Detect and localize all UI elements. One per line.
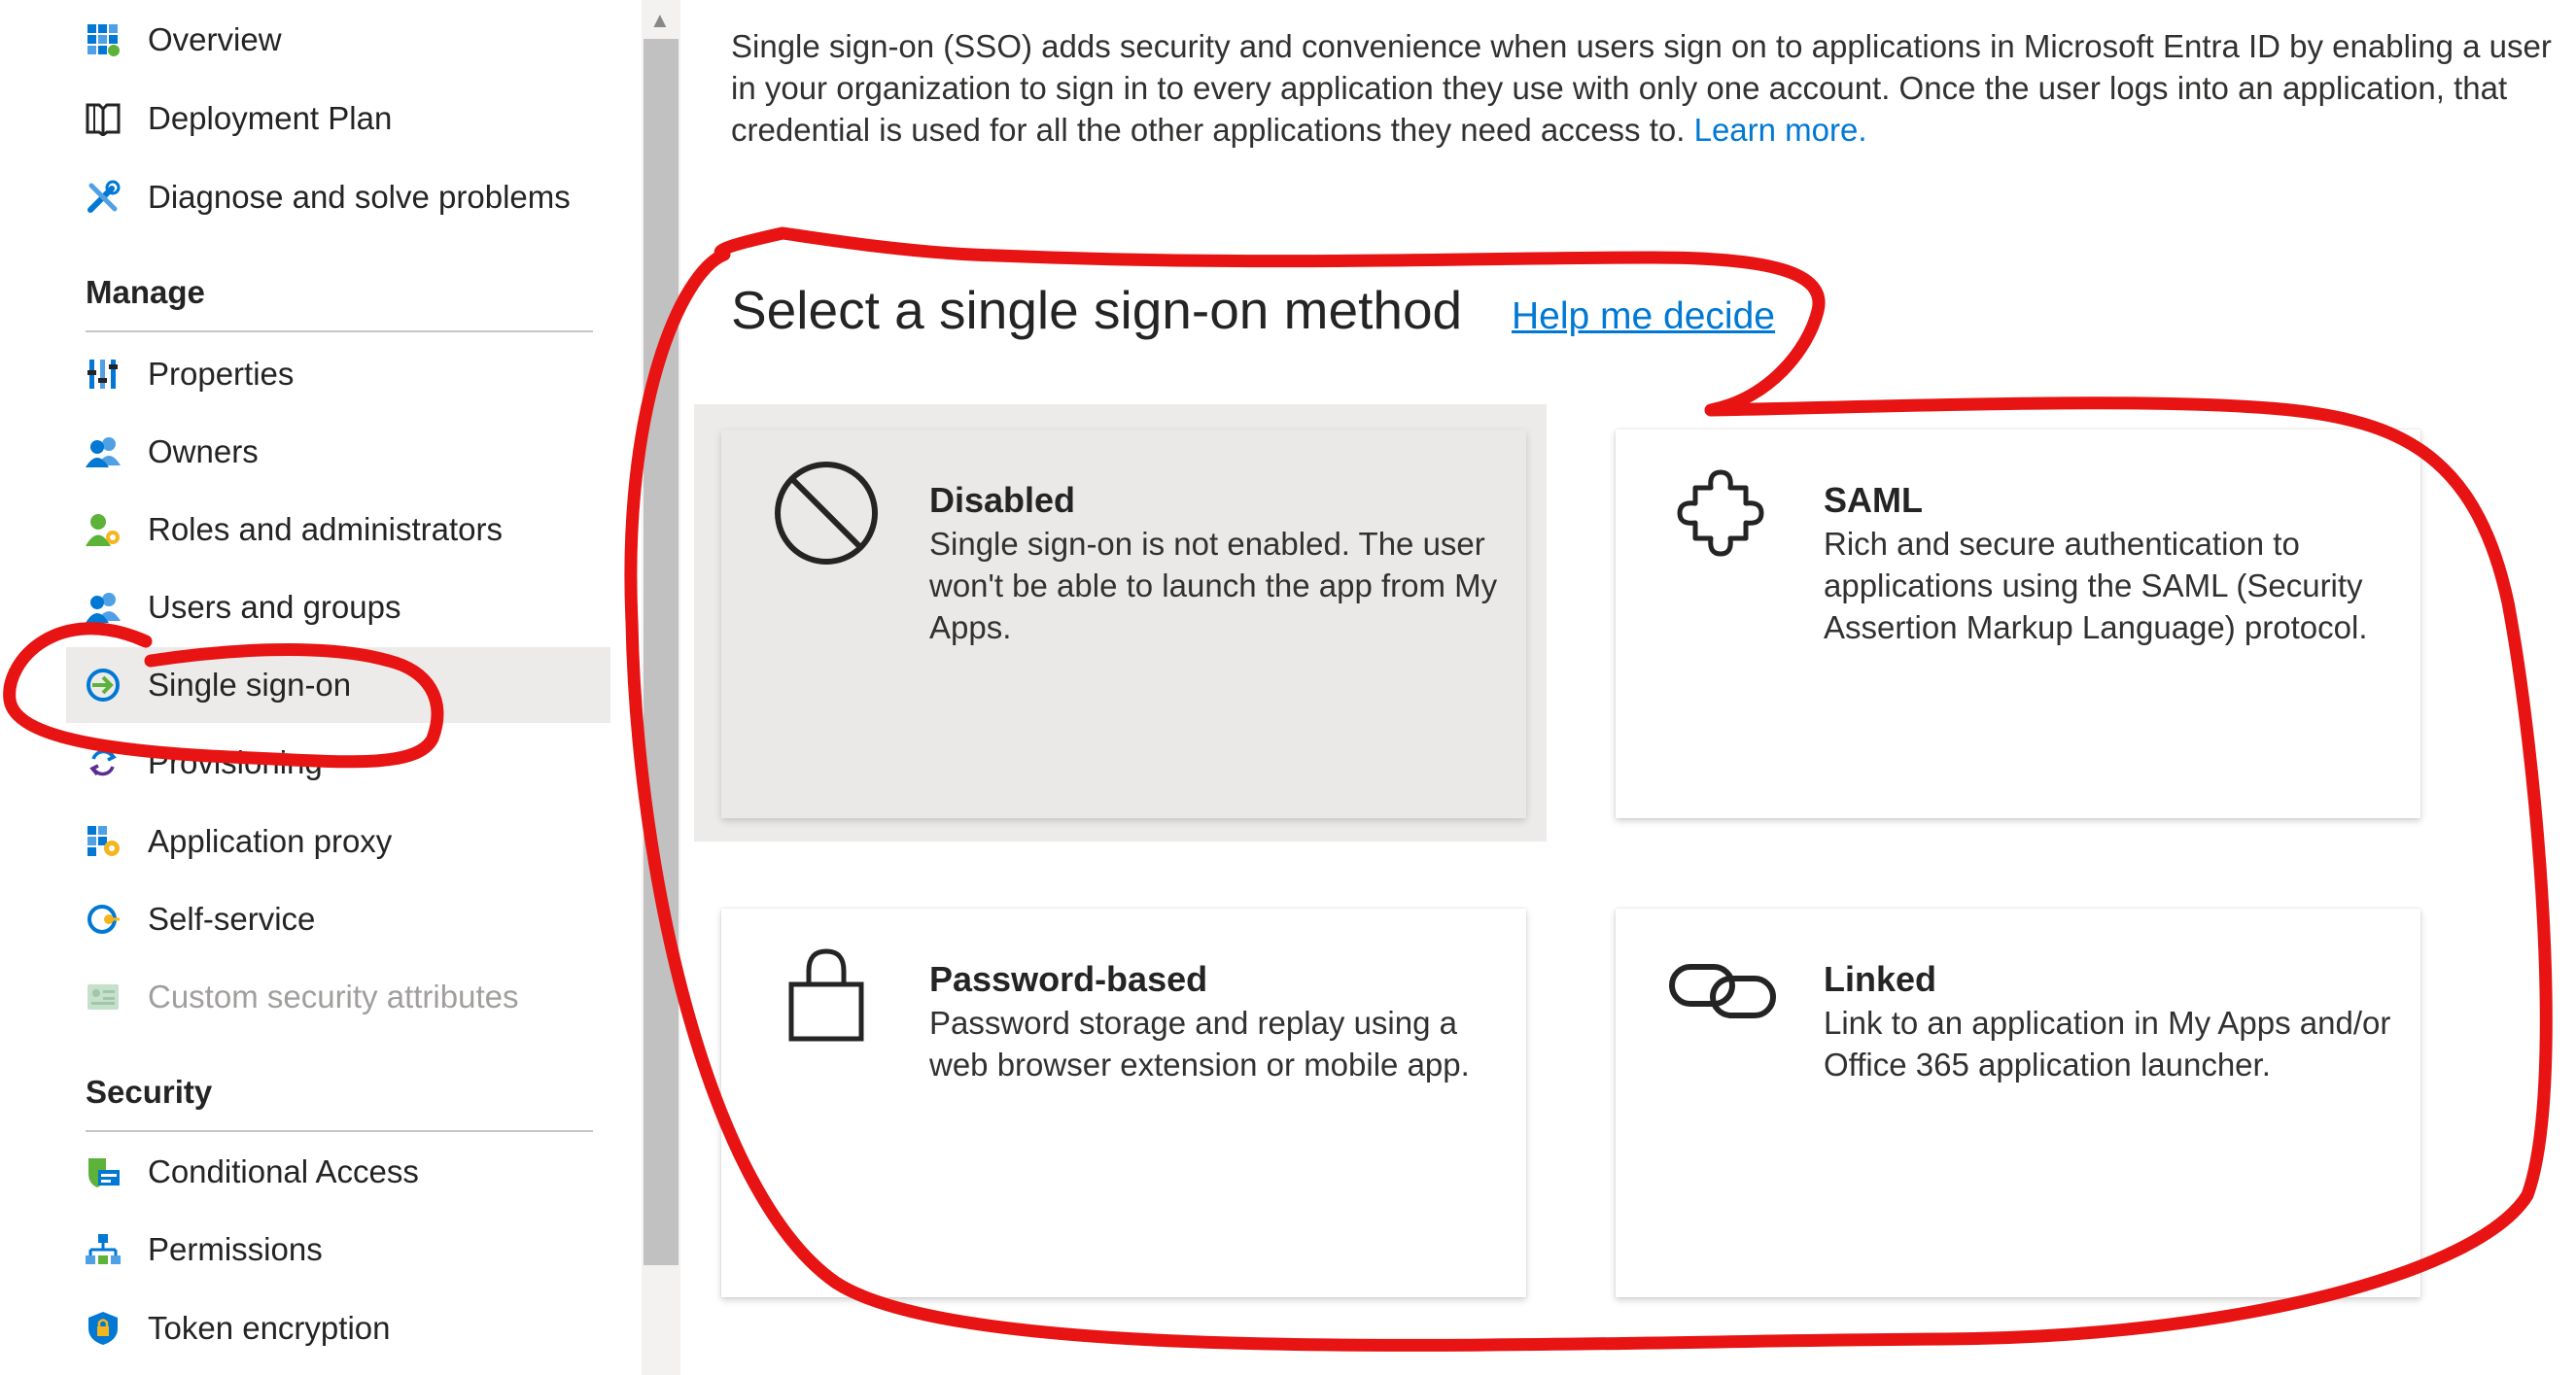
sidebar-item-label: Users and groups <box>148 589 401 625</box>
card-title: Disabled <box>929 480 1076 520</box>
wrench-icon <box>84 178 122 217</box>
sidebar-item-label: Custom security attributes <box>148 979 519 1014</box>
sidebar-item-label: Permissions <box>148 1231 323 1267</box>
sidebar-item-label: Roles and administrators <box>148 511 503 547</box>
roles-icon <box>84 510 122 549</box>
sidebar-item-permissions[interactable]: Permissions <box>0 1212 612 1288</box>
provisioning-icon <box>84 743 122 782</box>
sidebar-item-label: Single sign-on <box>148 667 352 703</box>
sso-intro-text: Single sign-on (SSO) adds security and c… <box>731 25 2559 151</box>
sidebar-item-deployment-plan[interactable]: Deployment Plan <box>0 81 612 156</box>
manage-section-header: Manage <box>86 274 205 310</box>
overview-icon <box>84 20 122 59</box>
card-description: Link to an application in My Apps and/or… <box>1824 1005 2391 1083</box>
card-disabled[interactable]: Disabled Single sign-on is not enabled. … <box>721 430 1526 818</box>
self-service-icon <box>84 900 122 939</box>
sidebar-item-application-proxy[interactable]: Application proxy <box>0 804 612 879</box>
card-saml[interactable]: SAML Rich and secure authentication to a… <box>1616 430 2420 818</box>
app-proxy-icon <box>84 822 122 861</box>
card-linked[interactable]: Linked Link to an application in My Apps… <box>1616 909 2420 1297</box>
users-icon <box>84 588 122 627</box>
card-description: Password storage and replay using a web … <box>929 1005 1470 1083</box>
owners-icon <box>84 432 122 471</box>
sidebar-item-label: Overview <box>148 21 282 57</box>
scroll-up-arrow-icon[interactable]: ▲ <box>649 8 671 33</box>
sidebar-item-provisioning[interactable]: Provisioning <box>0 725 612 801</box>
sso-icon <box>84 666 122 705</box>
sidebar-item-properties[interactable]: Properties <box>0 336 612 412</box>
card-title: Password-based <box>929 959 1208 999</box>
sidebar-item-label: Conditional Access <box>148 1153 419 1189</box>
link-icon <box>1666 938 1776 1045</box>
sidebar-item-owners[interactable]: Owners <box>0 414 612 490</box>
sidebar-item-label: Properties <box>148 356 295 392</box>
permissions-icon <box>84 1230 122 1269</box>
custom-attributes-icon <box>84 978 122 1016</box>
lock-icon <box>772 938 879 1045</box>
sidebar-item-diagnose[interactable]: Diagnose and solve problems <box>0 159 612 235</box>
scrollbar-thumb[interactable] <box>644 39 679 1265</box>
sidebar-item-custom-security-attributes: Custom security attributes <box>0 959 612 1035</box>
sidebar-item-label: Provisioning <box>148 744 323 780</box>
card-title: Linked <box>1824 959 1937 999</box>
sidebar-item-overview[interactable]: Overview <box>0 2 612 78</box>
sidebar-item-label: Token encryption <box>148 1310 391 1346</box>
card-title: SAML <box>1824 480 1923 520</box>
properties-icon <box>84 355 122 394</box>
sidebar-item-users-groups[interactable]: Users and groups <box>0 569 612 645</box>
learn-more-link[interactable]: Learn more. <box>1694 112 1867 148</box>
puzzle-icon <box>1666 459 1773 566</box>
sidebar-item-label: Deployment Plan <box>148 100 393 136</box>
manage-divider <box>86 330 593 332</box>
sidebar: Overview Deployment Plan Diagnose and so… <box>0 0 642 1375</box>
security-divider <box>86 1130 593 1132</box>
card-password-based[interactable]: Password-based Password storage and repl… <box>721 909 1526 1297</box>
page-title: Select a single sign-on method <box>731 280 1463 340</box>
sidebar-item-label: Self-service <box>148 901 316 937</box>
sidebar-item-self-service[interactable]: Self-service <box>0 881 612 957</box>
shield-icon <box>84 1309 122 1348</box>
intro-paragraph: Single sign-on (SSO) adds security and c… <box>731 28 2552 148</box>
sidebar-item-token-encryption[interactable]: Token encryption <box>0 1290 612 1366</box>
sidebar-item-roles[interactable]: Roles and administrators <box>0 492 612 567</box>
help-me-decide-link[interactable]: Help me decide <box>1512 295 1775 338</box>
book-icon <box>84 99 122 138</box>
sidebar-item-label: Owners <box>148 433 259 469</box>
disabled-icon <box>772 459 879 566</box>
security-section-header: Security <box>86 1074 213 1110</box>
conditional-access-icon <box>84 1152 122 1191</box>
card-description: Rich and secure authentication to applic… <box>1824 526 2368 645</box>
card-description: Single sign-on is not enabled. The user … <box>929 526 1498 645</box>
sidebar-item-conditional-access[interactable]: Conditional Access <box>0 1134 612 1210</box>
sidebar-item-label: Diagnose and solve problems <box>148 179 571 215</box>
sidebar-item-label: Application proxy <box>148 823 393 859</box>
sidebar-item-single-sign-on[interactable]: Single sign-on <box>66 647 610 723</box>
